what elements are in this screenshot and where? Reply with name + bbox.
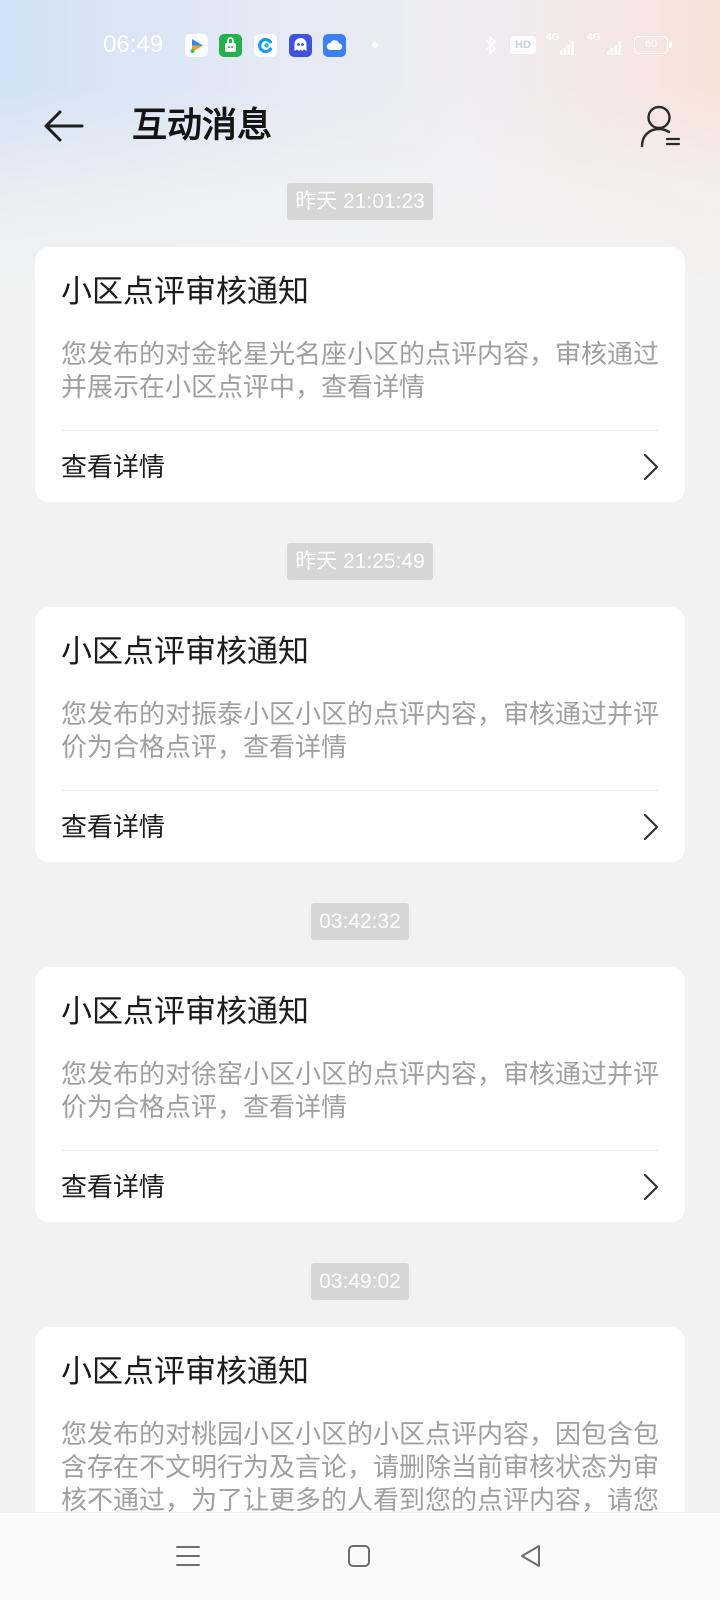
home-icon[interactable] — [346, 1543, 372, 1569]
card-body: 您发布的对振泰小区小区的点评内容，审核通过并评价为合格点评，查看详情 — [61, 699, 660, 762]
page-title: 互动消息 — [132, 106, 273, 145]
signal-bars-icon — [607, 41, 621, 55]
notification-card: 小区点评审核通知 您发布的对金轮星光名座小区的点评内容，审核通过并展示在小区点评… — [35, 247, 685, 502]
signal-bars-icon — [560, 41, 574, 55]
battery-nub — [669, 41, 672, 48]
menu-icon[interactable] — [175, 1543, 201, 1569]
profile-button[interactable] — [628, 98, 684, 150]
message-timestamp: 昨天 21:01:23 — [287, 183, 433, 220]
status-bar: 06:49 HD 4G 4G 60 — [0, 0, 720, 90]
message-timestamp: 03:42:32 — [311, 903, 409, 940]
user-menu-icon[interactable] — [628, 98, 684, 150]
card-title: 小区点评审核通知 — [61, 994, 309, 1029]
network-type-label: 4G — [587, 32, 601, 43]
video-app-icon — [185, 34, 208, 57]
network-type-label: 4G — [546, 32, 560, 43]
message-timestamp: 03:49:02 — [311, 1263, 409, 1300]
card-body: 您发布的对金轮星光名座小区的点评内容，审核通过并展示在小区点评中，查看详情 — [61, 339, 660, 402]
message-list: 昨天 21:01:23 小区点评审核通知 您发布的对金轮星光名座小区的点评内容，… — [0, 183, 720, 1577]
home-button[interactable] — [329, 1526, 389, 1586]
back-button[interactable] — [38, 104, 90, 148]
message-item: 03:42:32 小区点评审核通知 您发布的对徐窑小区小区的点评内容，审核通过并… — [0, 903, 720, 1222]
more-notifications-dot — [372, 42, 378, 48]
view-details-label[interactable]: 查看详情 — [61, 810, 165, 844]
recent-apps-button[interactable] — [158, 1526, 218, 1586]
chat-app-icon — [289, 34, 312, 57]
card-title: 小区点评审核通知 — [61, 1354, 309, 1389]
chevron-right-icon[interactable] — [641, 1172, 661, 1202]
signal-icon: 4G — [546, 33, 574, 57]
navigation-bar — [0, 1512, 720, 1600]
timestamp-row: 03:49:02 — [0, 1263, 720, 1300]
hd-voice-icon: HD — [510, 36, 536, 54]
card-body: 您发布的对徐窑小区小区的点评内容，审核通过并评价为合格点评，查看详情 — [61, 1059, 660, 1122]
timestamp-row: 03:42:32 — [0, 903, 720, 940]
header: 互动消息 — [0, 90, 720, 180]
view-details-row[interactable]: 查看详情 — [61, 1151, 661, 1222]
arrow-left-icon[interactable] — [42, 106, 86, 146]
battery-icon: 60 — [634, 36, 672, 54]
view-details-row[interactable]: 查看详情 — [61, 791, 661, 862]
card-title: 小区点评审核通知 — [61, 274, 309, 309]
status-time: 06:49 — [103, 31, 164, 58]
timestamp-row: 昨天 21:01:23 — [0, 183, 720, 220]
card-body: 您发布的对桃园小区小区的小区点评内容，因包含包含存在不文明行为及言论，请删除当前… — [61, 1419, 660, 1515]
green-app-icon — [219, 34, 242, 57]
notification-card: 小区点评审核通知 您发布的对徐窑小区小区的点评内容，审核通过并评价为合格点评，查… — [35, 967, 685, 1222]
chevron-right-icon[interactable] — [641, 812, 661, 842]
notification-card: 小区点评审核通知 您发布的对振泰小区小区的点评内容，审核通过并评价为合格点评，查… — [35, 607, 685, 862]
browser-app-icon — [254, 34, 277, 57]
message-item: 昨天 21:01:23 小区点评审核通知 您发布的对金轮星光名座小区的点评内容，… — [0, 183, 720, 502]
battery-level: 60 — [644, 38, 658, 50]
card-title: 小区点评审核通知 — [61, 634, 309, 669]
signal-icon: 4G — [587, 33, 621, 57]
timestamp-row: 昨天 21:25:49 — [0, 543, 720, 580]
cloud-app-icon — [323, 34, 346, 57]
hd-label: HD — [515, 39, 531, 51]
chevron-right-icon[interactable] — [641, 452, 661, 482]
system-back-button[interactable] — [501, 1526, 561, 1586]
view-details-label[interactable]: 查看详情 — [61, 450, 165, 484]
message-timestamp: 昨天 21:25:49 — [287, 543, 433, 580]
back-triangle-icon[interactable] — [518, 1543, 544, 1569]
view-details-row[interactable]: 查看详情 — [61, 431, 661, 502]
message-item: 昨天 21:25:49 小区点评审核通知 您发布的对振泰小区小区的点评内容，审核… — [0, 543, 720, 862]
bluetooth-icon — [485, 36, 496, 54]
view-details-label[interactable]: 查看详情 — [61, 1170, 165, 1204]
